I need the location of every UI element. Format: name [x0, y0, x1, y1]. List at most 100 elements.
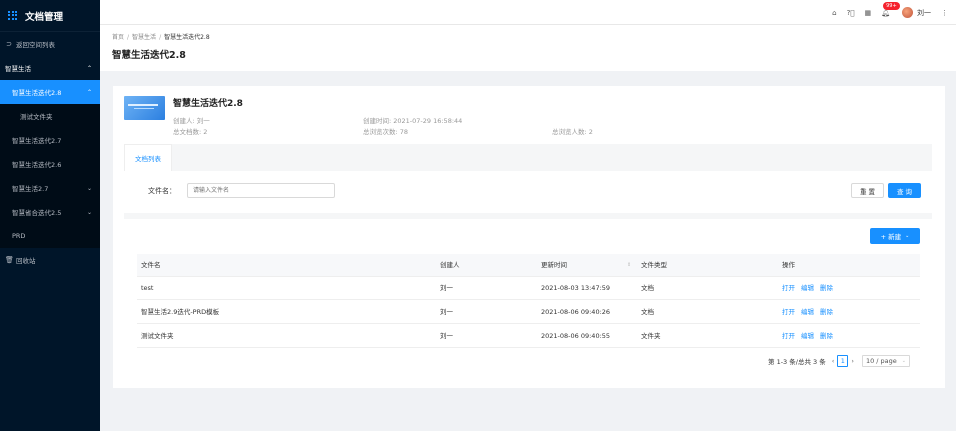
- app-title: 文档管理: [25, 11, 64, 23]
- home-icon[interactable]: ⌂: [832, 9, 836, 17]
- next-page-icon[interactable]: ›: [851, 357, 854, 365]
- edit-link[interactable]: 编辑: [801, 332, 814, 340]
- pagination: 第 1-3 条/总共 3 条 ‹ 1 › 10 / page ⌄: [768, 354, 910, 367]
- edit-link[interactable]: 编辑: [801, 308, 814, 316]
- sidebar-item-label: 回收站: [16, 257, 36, 265]
- sidebar-item-prd[interactable]: PRD: [0, 224, 100, 248]
- sidebar-item-recycle-bin[interactable]: 🗑 回收站: [0, 248, 100, 272]
- new-button[interactable]: + 新建 ⌄: [870, 228, 920, 244]
- back-label: 返回空间列表: [16, 41, 55, 49]
- sidebar-item-iteration-2-7[interactable]: 智慧生活迭代2.7: [0, 128, 100, 152]
- delete-link[interactable]: 删除: [820, 332, 833, 340]
- cell-type: 文档: [641, 284, 654, 292]
- row-actions: 打开 编辑 删除: [782, 277, 839, 300]
- breadcrumb-home[interactable]: 首页: [112, 34, 124, 41]
- sidebar-group-smart-life[interactable]: 智慧生活 ⌃: [0, 56, 100, 80]
- breadcrumb-space[interactable]: 智慧生活: [132, 34, 156, 41]
- cell-filename[interactable]: 智慧生活2.9迭代-PRD模板: [141, 301, 219, 324]
- delete-link[interactable]: 删除: [820, 308, 833, 316]
- sidebar-item-test-folder[interactable]: 测试文件夹: [0, 104, 100, 128]
- cell-creator: 刘一: [440, 308, 453, 316]
- sidebar-item-label: 智慧省合迭代2.5: [12, 209, 62, 217]
- sidebar-item-label: 智慧生活迭代2.6: [12, 161, 62, 169]
- cell-updated: 2021-08-06 09:40:26: [541, 308, 611, 316]
- space-thumbnail: [124, 96, 165, 120]
- tab-doc-list[interactable]: 文档列表: [124, 144, 172, 171]
- help-icon[interactable]: ?⃝: [847, 9, 855, 17]
- table-row: 测试文件夹 刘一 2021-08-06 09:40:55 文件夹 打开 编辑 删除: [137, 325, 920, 348]
- row-actions: 打开 编辑 删除: [782, 325, 839, 348]
- sidebar-item-iteration-2-5[interactable]: 智慧省合迭代2.5 ⌄: [0, 200, 100, 224]
- space-viewers: 总浏览人数: 2: [552, 128, 593, 136]
- breadcrumb: 首页 / 智慧生活 / 智慧生活迭代2.8: [112, 34, 210, 41]
- sidebar-item-label: 智慧生活2.7: [12, 185, 49, 193]
- space-views: 总浏览次数: 78: [363, 128, 409, 136]
- space-created-time: 创建时间: 2021-07-29 16:58:44: [363, 117, 463, 125]
- table-row: test 刘一 2021-08-03 13:47:59 文档 打开 编辑 删除: [137, 277, 920, 300]
- back-to-spaces[interactable]: ⊃ 返回空间列表: [0, 32, 100, 56]
- sidebar-item-label: 智慧生活迭代2.8: [12, 89, 62, 97]
- chevron-down-icon: ⌄: [86, 184, 92, 192]
- new-button-label: + 新建: [880, 233, 902, 241]
- cell-filename[interactable]: test: [141, 277, 153, 300]
- page-size-select[interactable]: 10 / page ⌄: [861, 354, 910, 367]
- chevron-down-icon: ⌄: [901, 357, 906, 364]
- bell-icon[interactable]: 🔔︎ 99+: [881, 1, 900, 17]
- pagination-summary: 第 1-3 条/总共 3 条: [768, 357, 826, 366]
- space-doc-count: 总文档数: 2: [173, 128, 208, 136]
- page-size-value: 10 / page: [865, 356, 897, 365]
- sidebar-item-iteration-2-6[interactable]: 智慧生活迭代2.6: [0, 152, 100, 176]
- group-label: 智慧生活: [5, 65, 31, 73]
- sidebar-item-iteration-2-8[interactable]: 智慧生活迭代2.8 ⌃: [0, 80, 100, 104]
- user-name[interactable]: 刘一: [917, 8, 931, 18]
- trash-icon: 🗑: [5, 256, 14, 264]
- sidebar: 文档管理 ⊃ 返回空间列表 智慧生活 ⌃ 智慧生活迭代2.8 ⌃ 测试文件夹 智…: [0, 0, 100, 431]
- more-icon[interactable]: ⋮: [941, 9, 948, 17]
- open-link[interactable]: 打开: [782, 332, 795, 340]
- query-button[interactable]: 查 询: [888, 183, 921, 198]
- space-creator: 创建人: 刘一: [173, 117, 210, 125]
- column-header-type: 文件类型: [641, 261, 667, 269]
- filename-input[interactable]: [187, 183, 335, 198]
- delete-link[interactable]: 删除: [820, 284, 833, 292]
- chevron-up-icon: ⌃: [86, 88, 92, 96]
- cell-creator: 刘一: [440, 332, 453, 340]
- tabs-bar: 文档列表: [124, 144, 932, 171]
- sort-icon[interactable]: ⇕: [627, 254, 631, 277]
- column-header-actions: 操作: [782, 261, 795, 269]
- column-header-updated[interactable]: 更新时间: [541, 254, 567, 277]
- return-icon: ⊃: [6, 40, 12, 48]
- top-header: ⌂ ?⃝ ▦ 🔔︎ 99+ 刘一 ⋮: [100, 0, 956, 25]
- reset-button[interactable]: 重 置: [851, 183, 884, 198]
- row-actions: 打开 编辑 删除: [782, 301, 839, 324]
- sidebar-item-label: 智慧生活迭代2.7: [12, 137, 62, 145]
- avatar[interactable]: [902, 7, 913, 18]
- table-header-row: 文件名 创建人 更新时间 ⇕ 文件类型 操作: [137, 254, 920, 277]
- page-header: 首页 / 智慧生活 / 智慧生活迭代2.8 智慧生活迭代2.8: [100, 25, 956, 71]
- grid-icon[interactable]: ▦: [864, 9, 871, 17]
- app-grid-icon: [8, 10, 18, 21]
- page-title: 智慧生活迭代2.8: [112, 50, 186, 61]
- sidebar-item-label: PRD: [12, 232, 26, 240]
- cell-creator: 刘一: [440, 284, 453, 292]
- filter-bar: 文件名： 重 置 查 询: [124, 171, 932, 213]
- cell-type: 文档: [641, 308, 654, 316]
- app-logo: 文档管理: [0, 0, 100, 32]
- open-link[interactable]: 打开: [782, 284, 795, 292]
- chevron-up-icon: ⌃: [86, 64, 92, 72]
- space-title: 智慧生活迭代2.8: [173, 99, 243, 109]
- cell-updated: 2021-08-03 13:47:59: [541, 284, 611, 292]
- table-row: 智慧生活2.9迭代-PRD模板 刘一 2021-08-06 09:40:26 文…: [137, 301, 920, 324]
- filename-label: 文件名：: [148, 187, 176, 195]
- main-card: 智慧生活迭代2.8 创建人: 刘一 创建时间: 2021-07-29 16:58…: [113, 86, 945, 388]
- chevron-down-icon: ⌄: [905, 233, 910, 239]
- open-link[interactable]: 打开: [782, 308, 795, 316]
- divider: [124, 213, 932, 219]
- edit-link[interactable]: 编辑: [801, 284, 814, 292]
- sidebar-item-smart-life-2-7[interactable]: 智慧生活2.7 ⌄: [0, 176, 100, 200]
- sidebar-item-label: 测试文件夹: [20, 113, 53, 121]
- breadcrumb-current: 智慧生活迭代2.8: [164, 34, 210, 41]
- prev-page-icon[interactable]: ‹: [832, 357, 835, 365]
- page-number[interactable]: 1: [837, 354, 849, 367]
- cell-filename[interactable]: 测试文件夹: [141, 325, 174, 348]
